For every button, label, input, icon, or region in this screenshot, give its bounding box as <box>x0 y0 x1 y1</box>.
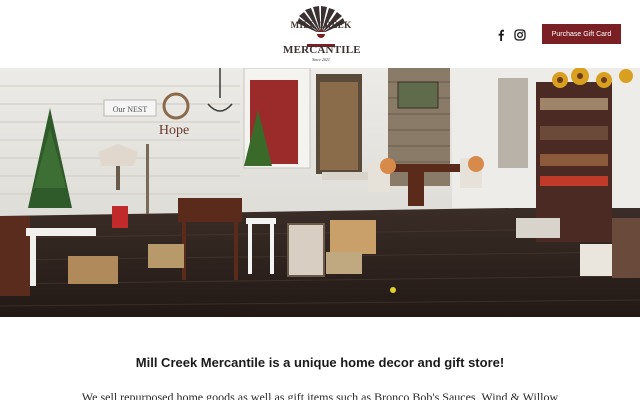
our-nest-sign: Our NEST <box>113 105 148 114</box>
brand-logo[interactable]: MILL CREEK MERCANTILE Since 2021 <box>283 4 361 64</box>
hero-banner: Our NEST Hope <box>0 68 640 317</box>
purchase-gift-card-button[interactable]: Purchase Gift Card <box>542 24 621 44</box>
store-tagline: Mill Creek Mercantile is a unique home d… <box>135 355 505 370</box>
site-header: MILL CREEK MERCANTILE Since 2021 Purchas… <box>0 0 640 68</box>
store-intro-text: We sell repurposed home goods as well as… <box>81 390 559 400</box>
brand-name-line1: MILL CREEK <box>290 20 352 30</box>
brand-name-line2: MERCANTILE <box>283 44 361 56</box>
instagram-icon[interactable] <box>514 28 526 41</box>
hope-sign: Hope <box>159 123 189 138</box>
store-interior-image: Our NEST Hope <box>0 68 640 317</box>
brand-established: Since 2021 <box>312 57 330 62</box>
facebook-icon[interactable] <box>495 28 507 41</box>
